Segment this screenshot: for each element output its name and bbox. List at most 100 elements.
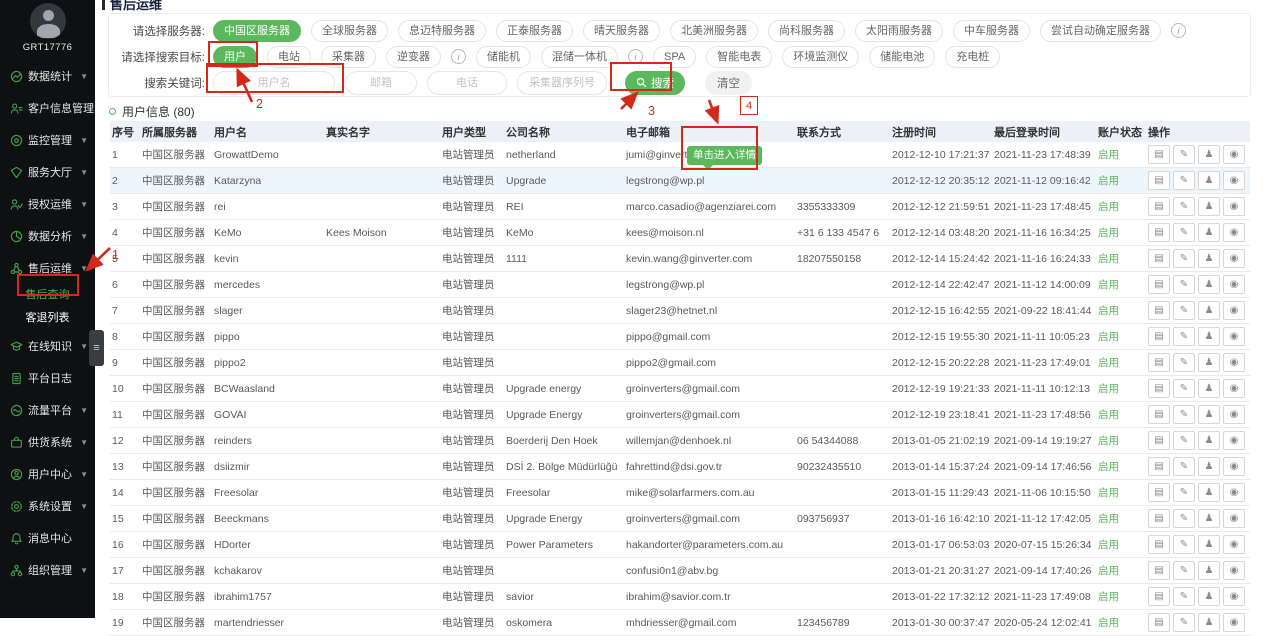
edit-icon[interactable]: ✎ <box>1173 223 1195 242</box>
server-pill-正泰服务器[interactable]: 正泰服务器 <box>496 20 573 42</box>
table-row[interactable]: 13中国区服务器dsiizmir电站管理员DSİ 2. Bölge Müdürl… <box>110 454 1250 480</box>
device-list-icon[interactable]: ▤ <box>1148 249 1170 268</box>
edit-icon[interactable]: ✎ <box>1173 379 1195 398</box>
sidebar-collapse-handle[interactable]: ≡ <box>89 330 104 366</box>
edit-icon[interactable]: ✎ <box>1173 535 1195 554</box>
table-row[interactable]: 17中国区服务器kchakarov电站管理员confusi0n1@abv.bg2… <box>110 558 1250 584</box>
view-icon[interactable]: ◉ <box>1223 327 1245 346</box>
device-list-icon[interactable]: ▤ <box>1148 405 1170 424</box>
target-pill-智能电表[interactable]: 智能电表 <box>706 46 772 68</box>
view-icon[interactable]: ◉ <box>1223 223 1245 242</box>
device-list-icon[interactable]: ▤ <box>1148 223 1170 242</box>
sidebar-item-在线知识[interactable]: 在线知识▼ <box>0 330 95 362</box>
view-icon[interactable]: ◉ <box>1223 145 1245 164</box>
view-icon[interactable]: ◉ <box>1223 197 1245 216</box>
sidebar-item-监控管理[interactable]: 监控管理▼ <box>0 124 95 156</box>
target-pill-储能电池[interactable]: 储能电池 <box>869 46 935 68</box>
edit-icon[interactable]: ✎ <box>1173 405 1195 424</box>
device-list-icon[interactable]: ▤ <box>1148 301 1170 320</box>
reset-password-icon[interactable]: ♟ <box>1198 197 1220 216</box>
table-row[interactable]: 3中国区服务器rei电站管理员REImarco.casadio@agenziar… <box>110 194 1250 220</box>
edit-icon[interactable]: ✎ <box>1173 249 1195 268</box>
reset-password-icon[interactable]: ♟ <box>1198 379 1220 398</box>
device-list-icon[interactable]: ▤ <box>1148 197 1170 216</box>
reset-password-icon[interactable]: ♟ <box>1198 223 1220 242</box>
edit-icon[interactable]: ✎ <box>1173 613 1195 632</box>
server-pill-全球服务器[interactable]: 全球服务器 <box>311 20 388 42</box>
datalogger-sn-input[interactable] <box>517 71 607 95</box>
device-list-icon[interactable]: ▤ <box>1148 483 1170 502</box>
sidebar-subitem-客退列表[interactable]: 客退列表 <box>0 307 95 330</box>
info-icon[interactable]: i <box>628 49 643 64</box>
target-pill-充电桩[interactable]: 充电桩 <box>945 46 1000 68</box>
table-row[interactable]: 9中国区服务器pippo2电站管理员pippo2@gmail.com2012-1… <box>110 350 1250 376</box>
edit-icon[interactable]: ✎ <box>1173 197 1195 216</box>
view-icon[interactable]: ◉ <box>1223 535 1245 554</box>
view-icon[interactable]: ◉ <box>1223 483 1245 502</box>
view-icon[interactable]: ◉ <box>1223 561 1245 580</box>
table-row[interactable]: 2中国区服务器Katarzyna电站管理员Upgradelegstrong@wp… <box>110 168 1250 194</box>
table-row[interactable]: 7中国区服务器slager电站管理员slager23@hetnet.nl2012… <box>110 298 1250 324</box>
username-input[interactable] <box>213 71 335 95</box>
sidebar-item-系统设置[interactable]: 系统设置▼ <box>0 490 95 522</box>
table-row[interactable]: 11中国区服务器GOVAI电站管理员Upgrade Energygroinver… <box>110 402 1250 428</box>
view-icon[interactable]: ◉ <box>1223 457 1245 476</box>
table-row[interactable]: 14中国区服务器Freesolar电站管理员Freesolarmike@sola… <box>110 480 1250 506</box>
reset-password-icon[interactable]: ♟ <box>1198 457 1220 476</box>
table-row[interactable]: 16中国区服务器HDorter电站管理员Power Parametershaka… <box>110 532 1250 558</box>
email-input[interactable] <box>345 71 417 95</box>
edit-icon[interactable]: ✎ <box>1173 353 1195 372</box>
sidebar-item-授权运维[interactable]: 授权运维▼ <box>0 188 95 220</box>
server-pill-晴天服务器[interactable]: 晴天服务器 <box>583 20 660 42</box>
server-pill-尚科服务器[interactable]: 尚科服务器 <box>768 20 845 42</box>
table-row[interactable]: 4中国区服务器KeMoKees Moison电站管理员KeMokees@mois… <box>110 220 1250 246</box>
edit-icon[interactable]: ✎ <box>1173 431 1195 450</box>
device-list-icon[interactable]: ▤ <box>1148 379 1170 398</box>
device-list-icon[interactable]: ▤ <box>1148 327 1170 346</box>
edit-icon[interactable]: ✎ <box>1173 145 1195 164</box>
reset-password-icon[interactable]: ♟ <box>1198 171 1220 190</box>
edit-icon[interactable]: ✎ <box>1173 483 1195 502</box>
edit-icon[interactable]: ✎ <box>1173 327 1195 346</box>
device-list-icon[interactable]: ▤ <box>1148 613 1170 632</box>
view-icon[interactable]: ◉ <box>1223 171 1245 190</box>
view-icon[interactable]: ◉ <box>1223 275 1245 294</box>
phone-input[interactable] <box>427 71 507 95</box>
view-icon[interactable]: ◉ <box>1223 431 1245 450</box>
target-pill-电站[interactable]: 电站 <box>267 46 311 68</box>
reset-password-icon[interactable]: ♟ <box>1198 327 1220 346</box>
reset-password-icon[interactable]: ♟ <box>1198 535 1220 554</box>
table-row[interactable]: 5中国区服务器kevin电站管理员1111kevin.wang@ginverte… <box>110 246 1250 272</box>
sidebar-item-数据统计[interactable]: 数据统计▼ <box>0 60 95 92</box>
sidebar-item-数据分析[interactable]: 数据分析▼ <box>0 220 95 252</box>
target-pill-环境监测仪[interactable]: 环境监测仪 <box>782 46 859 68</box>
device-list-icon[interactable]: ▤ <box>1148 353 1170 372</box>
view-icon[interactable]: ◉ <box>1223 301 1245 320</box>
table-row[interactable]: 19中国区服务器martendriesser电站管理员oskomeramhdri… <box>110 610 1250 636</box>
sidebar-item-用户中心[interactable]: 用户中心▼ <box>0 458 95 490</box>
table-row[interactable]: 10中国区服务器BCWaasland电站管理员Upgrade energygro… <box>110 376 1250 402</box>
sidebar-item-供货系统[interactable]: 供货系统▼ <box>0 426 95 458</box>
sidebar-item-服务大厅[interactable]: 服务大厅▼ <box>0 156 95 188</box>
reset-password-icon[interactable]: ♟ <box>1198 405 1220 424</box>
edit-icon[interactable]: ✎ <box>1173 275 1195 294</box>
reset-password-icon[interactable]: ♟ <box>1198 509 1220 528</box>
reset-password-icon[interactable]: ♟ <box>1198 587 1220 606</box>
info-icon[interactable]: i <box>451 49 466 64</box>
target-pill-储能机[interactable]: 储能机 <box>476 46 531 68</box>
sidebar-item-售后运维[interactable]: 售后运维▼ <box>0 252 95 284</box>
reset-password-icon[interactable]: ♟ <box>1198 613 1220 632</box>
view-icon[interactable]: ◉ <box>1223 405 1245 424</box>
reset-password-icon[interactable]: ♟ <box>1198 483 1220 502</box>
target-pill-SPA[interactable]: SPA <box>653 46 696 68</box>
reset-password-icon[interactable]: ♟ <box>1198 561 1220 580</box>
device-list-icon[interactable]: ▤ <box>1148 509 1170 528</box>
view-icon[interactable]: ◉ <box>1223 249 1245 268</box>
sidebar-item-平台日志[interactable]: 平台日志 <box>0 362 95 394</box>
sidebar-item-消息中心[interactable]: 消息中心 <box>0 522 95 554</box>
edit-icon[interactable]: ✎ <box>1173 457 1195 476</box>
table-row[interactable]: 12中国区服务器reinders电站管理员Boerderij Den Hoekw… <box>110 428 1250 454</box>
reset-password-icon[interactable]: ♟ <box>1198 249 1220 268</box>
view-icon[interactable]: ◉ <box>1223 353 1245 372</box>
edit-icon[interactable]: ✎ <box>1173 509 1195 528</box>
